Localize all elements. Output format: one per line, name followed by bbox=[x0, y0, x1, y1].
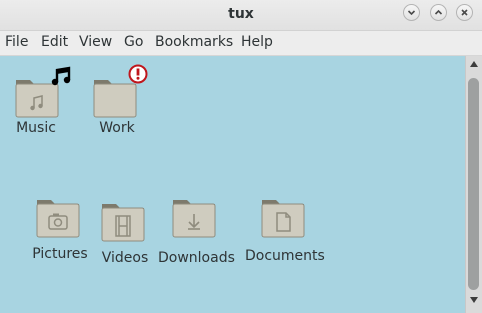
folder-label: Documents bbox=[245, 248, 325, 264]
folder-item-work[interactable]: Work bbox=[92, 64, 148, 136]
folder-label: Music bbox=[16, 120, 56, 136]
folder-item-documents[interactable]: Documents bbox=[245, 196, 325, 264]
file-manager-window: tux File Edit View Go Bookmarks Help Mus… bbox=[0, 0, 482, 313]
minimize-icon bbox=[407, 10, 416, 16]
videos-folder-icon bbox=[101, 204, 145, 242]
important-emblem-icon bbox=[128, 64, 148, 84]
minimize-button[interactable] bbox=[403, 4, 420, 21]
scroll-up-icon[interactable] bbox=[470, 61, 478, 67]
close-button[interactable] bbox=[456, 4, 473, 21]
menu-bar: File Edit View Go Bookmarks Help bbox=[0, 31, 482, 56]
maximize-button[interactable] bbox=[430, 4, 447, 21]
downloads-folder-icon bbox=[172, 200, 216, 238]
folder-label: Pictures bbox=[32, 246, 88, 262]
folder-item-pictures[interactable]: Pictures bbox=[30, 196, 90, 262]
title-bar[interactable]: tux bbox=[0, 0, 482, 31]
menu-help[interactable]: Help bbox=[241, 34, 273, 50]
menu-go[interactable]: Go bbox=[124, 34, 143, 50]
folder-label: Videos bbox=[101, 250, 149, 266]
scroll-down-icon[interactable] bbox=[470, 297, 478, 303]
menu-file[interactable]: File bbox=[5, 34, 28, 50]
pictures-folder-icon bbox=[36, 200, 80, 238]
folder-label: Work bbox=[99, 120, 135, 136]
folder-item-downloads[interactable]: Downloads bbox=[158, 196, 235, 266]
maximize-icon bbox=[434, 9, 443, 15]
folder-item-music[interactable]: Music bbox=[14, 66, 71, 136]
vertical-scrollbar[interactable] bbox=[465, 56, 482, 313]
menu-view[interactable]: View bbox=[79, 34, 112, 50]
icon-view[interactable]: Music Work Pictures Videos Downloads Doc… bbox=[0, 56, 465, 313]
music-note-emblem-icon bbox=[51, 66, 71, 86]
scrollbar-thumb[interactable] bbox=[468, 78, 479, 290]
folder-item-videos[interactable]: Videos bbox=[98, 200, 152, 266]
close-icon bbox=[461, 9, 468, 16]
documents-folder-icon bbox=[261, 200, 305, 238]
menu-bookmarks[interactable]: Bookmarks bbox=[155, 34, 233, 50]
menu-edit[interactable]: Edit bbox=[41, 34, 68, 50]
folder-label: Downloads bbox=[158, 250, 235, 266]
